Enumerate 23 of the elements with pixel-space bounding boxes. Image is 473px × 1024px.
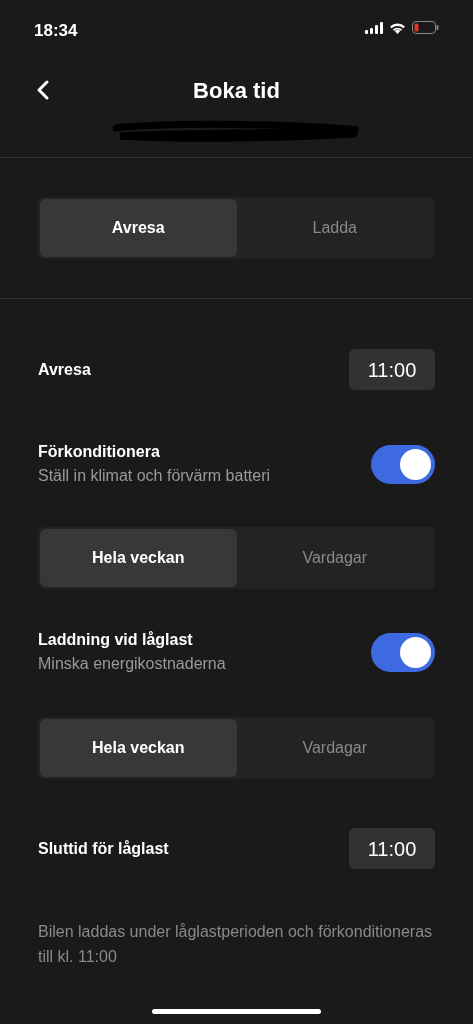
- toggle-switch[interactable]: [371, 632, 435, 672]
- wifi-icon: [389, 21, 406, 34]
- setting-label: Sluttid för låglast: [38, 838, 169, 859]
- footnote-text: Bilen laddas under låglastperioden och förkonditioneras till kl. 11:00: [38, 922, 434, 967]
- segment-tab[interactable]: Hela veckan: [40, 719, 237, 777]
- toggle-switch[interactable]: [371, 444, 435, 484]
- setting-label: Förkonditionera: [38, 442, 161, 462]
- screen-title: Boka tid: [193, 76, 280, 105]
- status-time: 18:34: [34, 20, 78, 42]
- time-button[interactable]: 11:00: [349, 828, 435, 869]
- mode-tab[interactable]: Ladda: [236, 199, 433, 257]
- setting-label: Laddning vid låglast: [38, 630, 194, 650]
- setting-label: Avresa: [38, 359, 91, 380]
- time-button[interactable]: 11:00: [349, 349, 435, 390]
- mode-tab[interactable]: Avresa: [40, 199, 237, 257]
- signal-icon: [365, 21, 383, 34]
- segment-tab[interactable]: Vardagar: [236, 719, 433, 777]
- battery-icon: [412, 21, 439, 34]
- segment-tab[interactable]: Hela veckan: [40, 529, 237, 587]
- setting-description: Minska energikostnaderna: [38, 654, 226, 674]
- setting-description: Ställ in klimat och förvärm batteri: [38, 466, 271, 486]
- segment-tab[interactable]: Vardagar: [236, 529, 433, 587]
- back-icon: [36, 79, 50, 101]
